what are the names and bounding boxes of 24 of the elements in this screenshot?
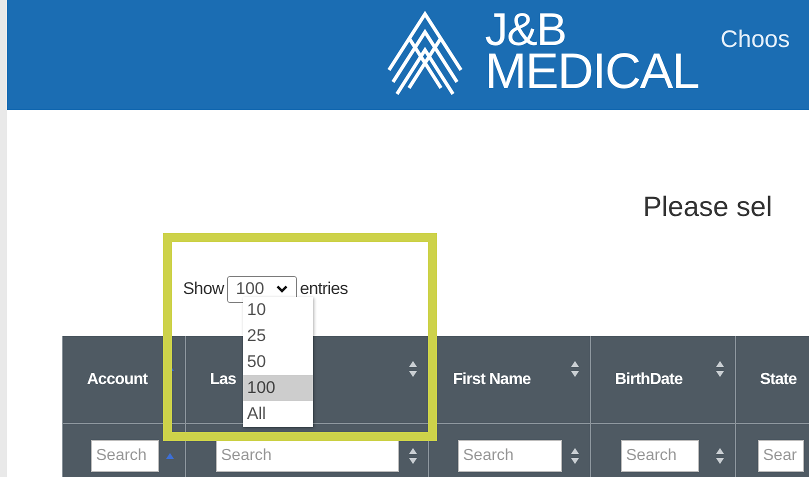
nav-link[interactable]: Choos: [720, 22, 790, 58]
search-field[interactable]: Search: [216, 440, 399, 472]
dropdown-option[interactable]: 25: [243, 323, 313, 349]
dropdown-option[interactable]: All: [243, 401, 313, 427]
column-header[interactable]: First Name: [453, 368, 531, 392]
dropdown-option[interactable]: 50: [243, 349, 313, 375]
search-field[interactable]: Search: [458, 440, 562, 472]
column-header[interactable]: State: [760, 368, 797, 392]
search-field[interactable]: Sear: [758, 440, 804, 472]
caret-icon: [276, 285, 288, 293]
sort-icon[interactable]: [570, 360, 580, 378]
sort-icon[interactable]: [570, 447, 580, 465]
column-header[interactable]: Account: [87, 368, 148, 392]
sort-icon[interactable]: [715, 447, 725, 465]
sort-icon[interactable]: [408, 447, 418, 465]
column-header[interactable]: BirthDate: [615, 368, 683, 392]
sort-icon[interactable]: [408, 360, 418, 378]
search-field[interactable]: Search: [621, 440, 699, 472]
search-field[interactable]: Search: [91, 440, 159, 472]
sort-icon[interactable]: [715, 360, 725, 378]
prompt-heading: Please sel: [643, 190, 774, 224]
column-header[interactable]: Las: [210, 368, 236, 392]
show-label: Show: [183, 278, 224, 300]
dropdown-option[interactable]: 100: [243, 375, 313, 401]
